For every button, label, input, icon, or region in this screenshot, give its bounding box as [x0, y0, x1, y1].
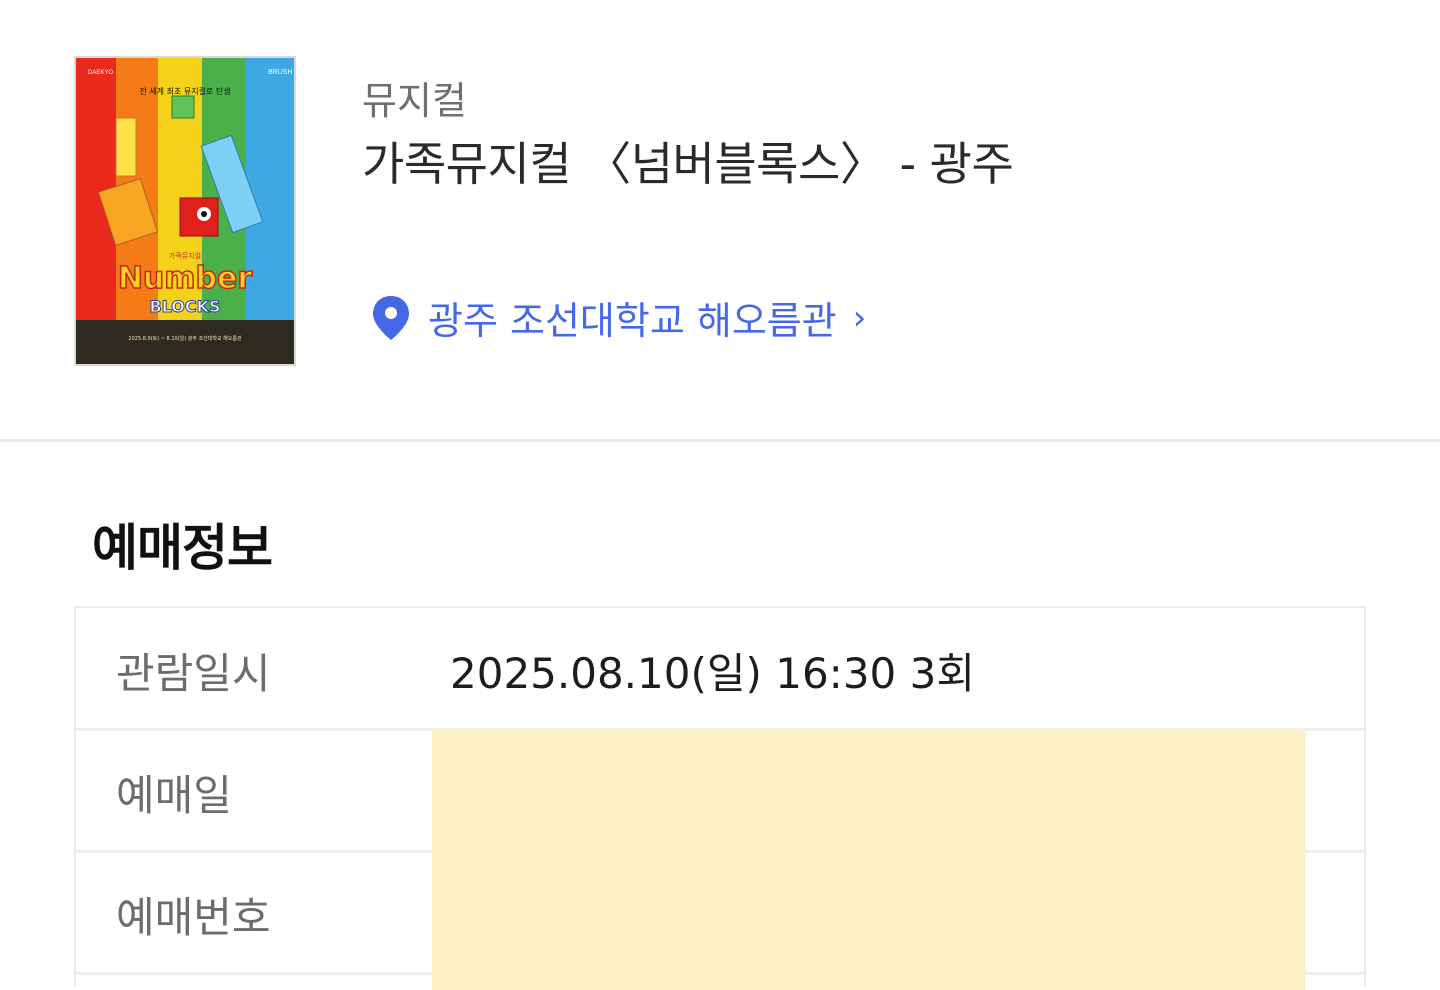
event-category: 뮤지컬	[362, 79, 467, 123]
venue-name: 광주 조선대학교 해오름관	[428, 299, 837, 343]
section-divider	[0, 439, 1440, 442]
venue-link[interactable]: 광주 조선대학교 해오름관 ›	[370, 290, 866, 345]
poster-tagline: 전 세계 최초 뮤지컬로 탄생	[139, 86, 230, 96]
row-label: 관람일시	[116, 649, 271, 698]
booking-section-title: 예매정보	[92, 519, 273, 577]
poster-brand-right: BRUSH	[268, 69, 293, 76]
poster-brand-left: DAEKYO	[88, 70, 113, 76]
event-title: 가족뮤지컬 〈넘버블록스〉 - 광주	[362, 137, 1014, 191]
poster-image[interactable]: DAEKYO BRUSH 전 세계 최초 뮤지컬로 탄생 가족뮤지컬 Numbe…	[74, 56, 296, 366]
event-header: DAEKYO BRUSH 전 세계 최초 뮤지컬로 탄생 가족뮤지컬 Numbe…	[0, 0, 1440, 440]
location-pin-icon	[373, 295, 409, 340]
booking-info-table: 관람일시 2025.08.10(일) 16:30 3회 예매일 예매번호	[74, 606, 1366, 990]
table-row-viewing-date: 관람일시 2025.08.10(일) 16:30 3회	[76, 608, 1364, 731]
poster-logo-number: Number	[118, 261, 253, 296]
row-label: 예매일	[116, 771, 232, 820]
poster-artwork: DAEKYO BRUSH 전 세계 최초 뮤지컬로 탄생 가족뮤지컬 Numbe…	[76, 58, 294, 364]
row-label: 예매번호	[116, 893, 271, 942]
poster-subtitle: 가족뮤지컬	[169, 251, 201, 260]
poster-logo-blocks: BLOCKS	[149, 297, 220, 316]
poster-date-line: 2025.8.9(토) ~ 8.10(일) 광주 조선대학교 해오름관	[128, 335, 242, 342]
redaction-overlay	[432, 730, 1306, 990]
row-value: 2025.08.10(일) 16:30 3회	[450, 649, 975, 698]
chevron-right-icon: ›	[852, 297, 867, 338]
